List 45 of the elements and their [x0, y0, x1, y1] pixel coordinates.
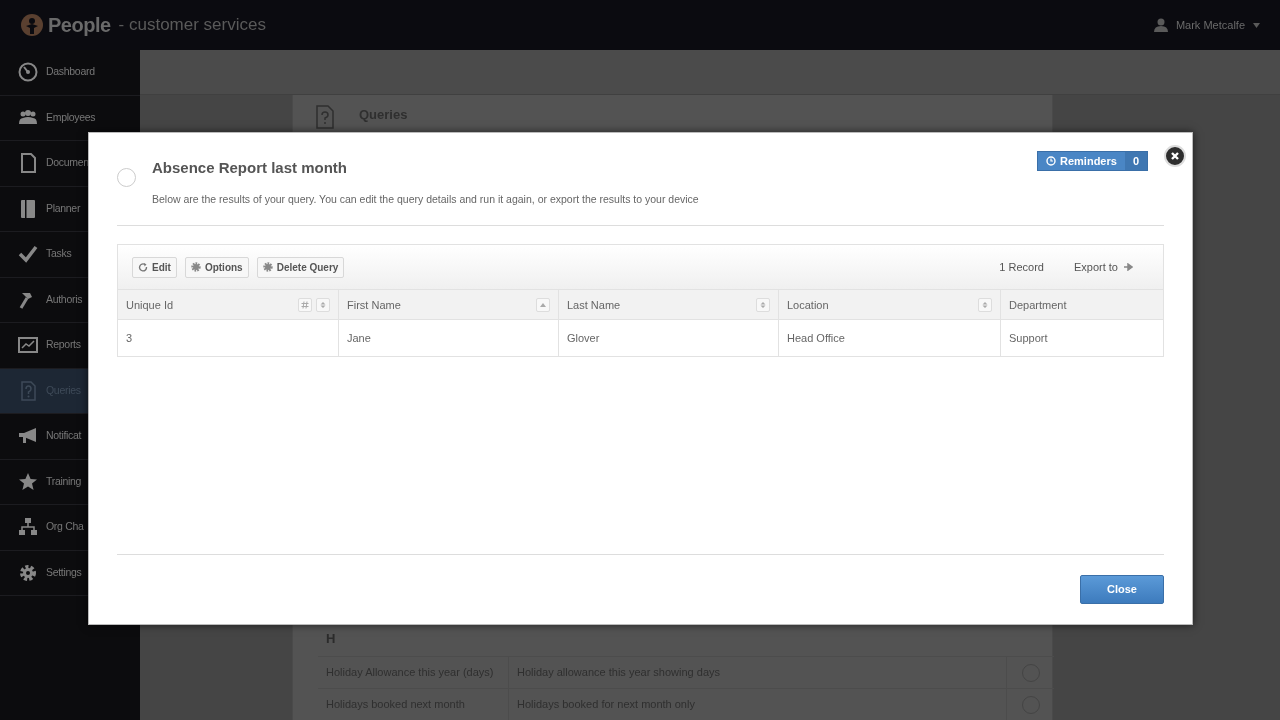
question-icon — [18, 380, 38, 401]
app-name: People — [48, 13, 111, 38]
book-icon — [18, 198, 38, 219]
user-name[interactable]: Mark Metcalfe — [1175, 16, 1245, 34]
toolbar-button[interactable]: Options — [184, 256, 249, 278]
clock-icon — [1046, 156, 1056, 166]
toolbar-button[interactable]: Delete Query — [256, 256, 345, 278]
settings-icon — [18, 562, 38, 583]
gear-icon — [262, 262, 273, 273]
org-chart-icon — [18, 517, 38, 538]
close-icon[interactable] — [1164, 145, 1186, 167]
sort-icon[interactable] — [756, 297, 770, 312]
export-link[interactable]: Export to — [1073, 259, 1133, 276]
numeric-filter-icon[interactable] — [298, 297, 312, 312]
column-header[interactable]: First Name — [338, 290, 558, 320]
record-count: 1 Record — [999, 260, 1044, 275]
gear-icon — [190, 262, 201, 273]
user-icon — [1153, 18, 1168, 32]
column-header[interactable]: Department — [1000, 290, 1163, 320]
check-icon — [18, 244, 38, 265]
star-icon — [18, 471, 38, 492]
question-document-icon — [315, 105, 335, 129]
sort-ascending-icon[interactable] — [536, 297, 550, 312]
column-header[interactable]: Last Name — [558, 290, 778, 320]
logo-icon — [20, 13, 44, 37]
dialog-title: Absence Report last month — [152, 158, 349, 178]
sort-icon[interactable] — [978, 297, 992, 312]
reminders-button[interactable]: Reminders 0 — [1037, 151, 1148, 171]
table-cell: Jane — [338, 320, 558, 357]
sort-icon[interactable] — [316, 297, 330, 312]
table-cell: Support — [1000, 320, 1163, 357]
dialog-description: Below are the results of your query. You can edit the query details and run it again, or export the results to your device — [152, 191, 700, 207]
column-header[interactable]: Location — [778, 290, 1000, 320]
arrow-icon — [1124, 263, 1133, 272]
document-icon — [18, 153, 38, 174]
caret-icon[interactable] — [1253, 22, 1260, 28]
refresh-icon — [138, 262, 148, 273]
table-cell: Glover — [558, 320, 778, 357]
table-cell: Head Office — [778, 320, 1000, 357]
app-subtitle: - customer services — [118, 14, 266, 37]
toolbar-button[interactable]: Edit — [132, 256, 177, 278]
table-cell-text: 3 — [125, 331, 134, 346]
gauge-icon — [18, 62, 38, 83]
close-button[interactable]: Close — [1080, 575, 1164, 604]
chart-icon — [18, 335, 38, 356]
